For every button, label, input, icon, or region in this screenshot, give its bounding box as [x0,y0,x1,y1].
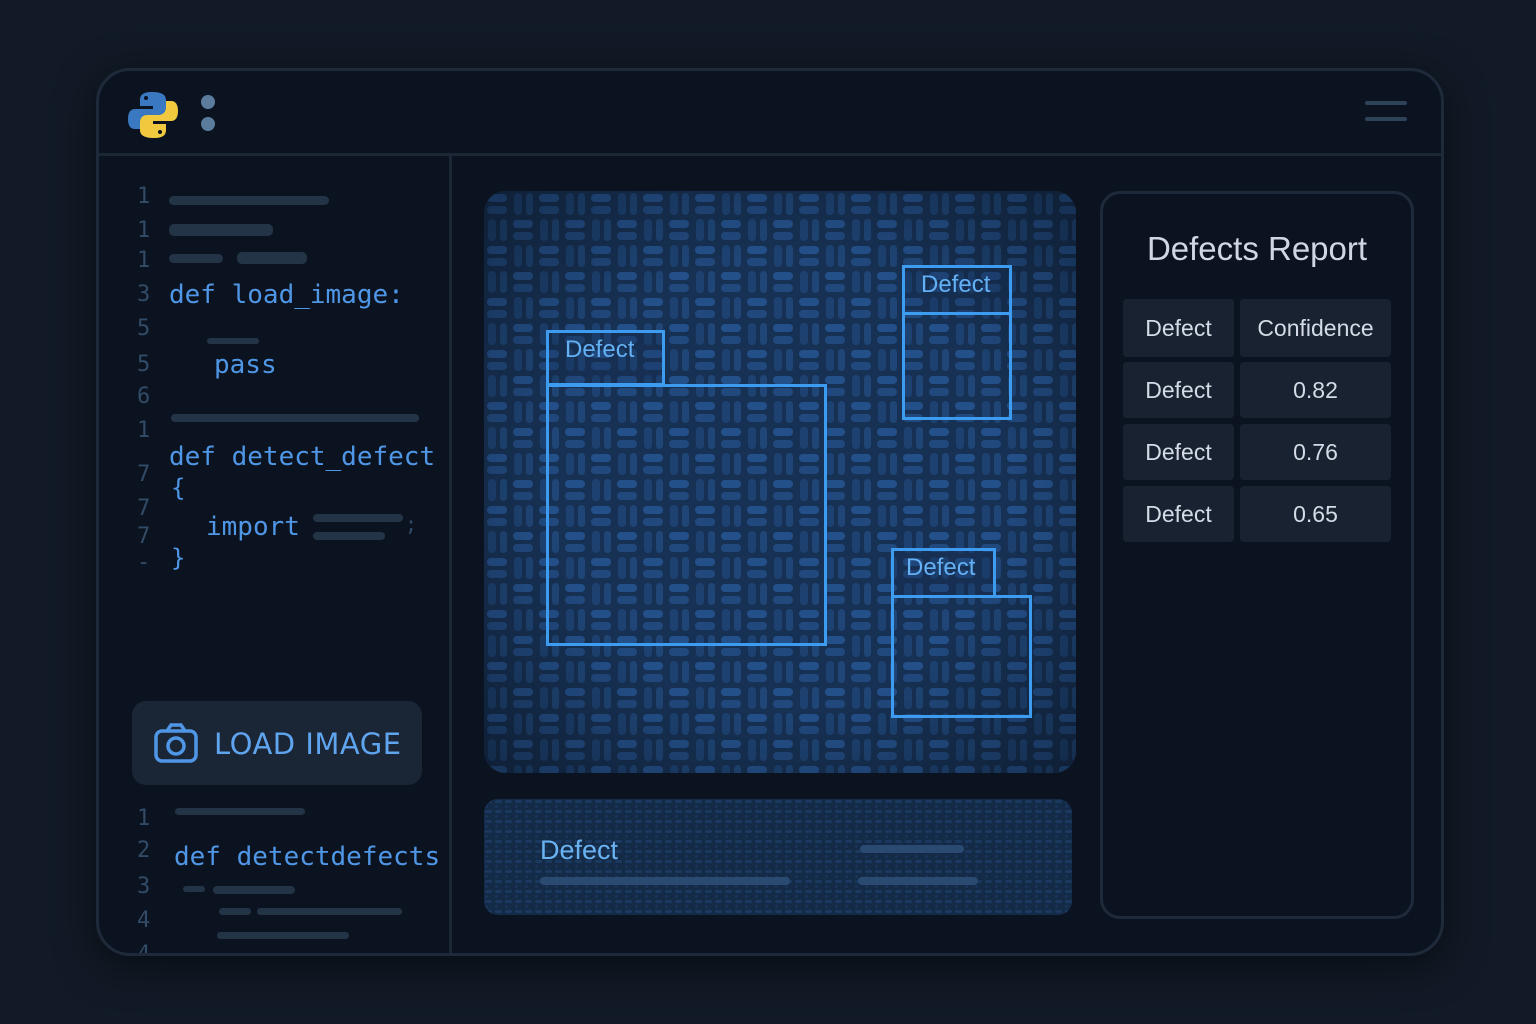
column-header: Confidence [1240,299,1391,357]
line-number: 6 [137,384,151,409]
code-semicolon: ; [405,512,418,536]
app-window: 1 1 1 3 5 5 6 1 7 7 7 - def load_image: … [96,68,1444,956]
code-editor[interactable]: 1 1 1 3 5 5 6 1 7 7 7 - def load_image: … [99,156,452,953]
defect-bounding-box[interactable] [546,384,827,646]
line-number: 3 [137,874,151,899]
detail-placeholder-line [858,877,978,885]
table-cell-defect: Defect [1123,424,1234,480]
status-dot [201,117,215,131]
defect-label: Defect [546,330,665,386]
line-number: 4 [137,942,151,956]
code-line: def load_image: [169,280,404,310]
code-placeholder-line [169,254,223,263]
line-number: 3 [137,282,151,307]
fabric-image-view[interactable]: Defect Defect Defect [484,191,1076,773]
code-placeholder-line [219,908,251,915]
defect-detail-panel[interactable]: Defect [484,799,1072,915]
line-number: 5 [137,352,151,377]
code-line: import [206,512,300,542]
defect-bounding-box[interactable] [902,312,1012,420]
line-number: 1 [137,248,151,273]
code-placeholder-line [169,224,273,236]
column-header: Defect [1123,299,1234,357]
line-number: - [137,550,151,575]
python-logo-icon [128,92,178,138]
defect-bounding-box[interactable] [891,595,1032,718]
line-number: 1 [137,184,151,209]
line-number: 2 [137,838,151,863]
line-number: 1 [137,218,151,243]
code-placeholder-line [313,514,403,522]
line-number: 7 [137,462,151,487]
code-placeholder-line [183,886,205,892]
code-placeholder-line [237,252,307,264]
camera-icon [154,723,198,763]
code-placeholder-line [313,532,385,540]
defect-label: Defect [891,548,996,598]
line-number: 5 [137,316,151,341]
status-dot [201,95,215,109]
code-placeholder-line [207,338,259,344]
code-brace: { [171,474,186,502]
load-image-button[interactable]: LOAD IMAGE [132,701,422,785]
code-placeholder-line [175,808,305,815]
code-line: def detect_defect [169,442,436,472]
table-cell-confidence: 0.76 [1240,424,1391,480]
report-title: Defects Report [1146,230,1368,267]
code-line: pass [214,350,277,380]
load-image-label: LOAD IMAGE [214,727,402,761]
line-number: 7 [137,496,151,521]
code-placeholder-line [171,414,419,422]
code-placeholder-line [213,886,295,894]
title-bar [99,71,1441,156]
code-placeholder-line [217,932,349,939]
code-placeholder-line [257,908,402,915]
line-number: 1 [137,806,151,831]
menu-icon[interactable] [1365,101,1407,125]
line-number: 7 [137,524,151,549]
table-cell-confidence: 0.65 [1240,486,1391,542]
line-number: 1 [137,418,151,443]
defect-detail-title: Defect [540,835,619,865]
detail-placeholder-line [540,877,790,885]
defect-label: Defect [902,265,1012,315]
detail-placeholder-line [860,845,964,853]
code-brace: } [171,544,186,572]
code-line: def detectdefects [174,842,441,872]
table-cell-defect: Defect [1123,362,1234,418]
code-placeholder-line [169,196,329,205]
table-cell-defect: Defect [1123,486,1234,542]
table-cell-confidence: 0.82 [1240,362,1391,418]
defects-report-panel: Defects Report Defect Confidence Defect … [1100,191,1414,919]
line-number: 4 [137,908,151,933]
